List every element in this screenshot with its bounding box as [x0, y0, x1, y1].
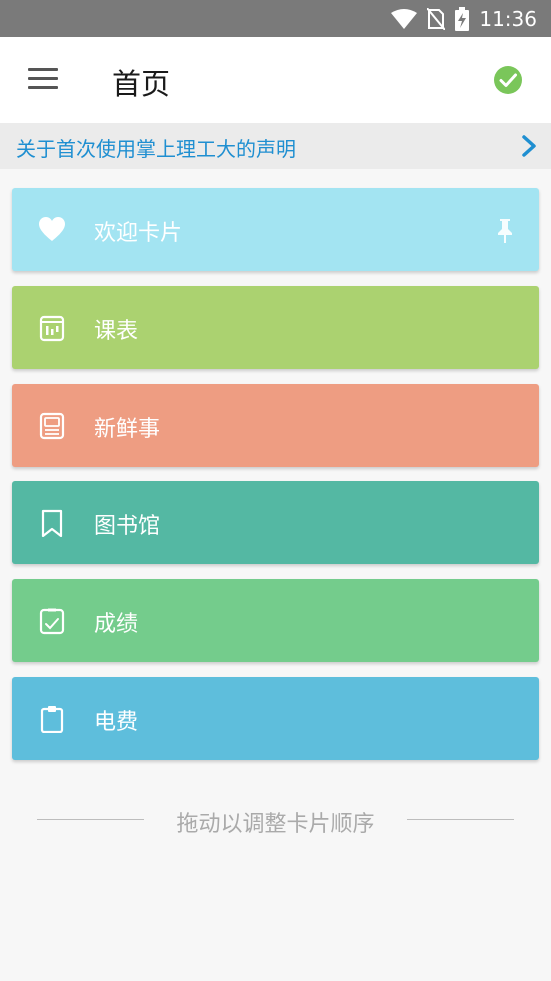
drag-hint: 拖动以调整卡片顺序: [0, 804, 551, 837]
card-grades[interactable]: 成绩: [12, 579, 539, 662]
status-time: 11:36: [479, 6, 537, 31]
card-welcome[interactable]: 欢迎卡片: [12, 188, 539, 271]
grade-check-icon: [38, 607, 66, 635]
card-label: 欢迎卡片: [94, 221, 183, 246]
card-label: 图书馆: [94, 514, 161, 539]
calendar-icon: [38, 314, 66, 342]
menu-icon[interactable]: [28, 68, 58, 92]
card-label: 成绩: [94, 612, 139, 637]
clipboard-icon: [38, 705, 66, 734]
pin-icon[interactable]: [494, 218, 516, 244]
drag-hint-text: 拖动以调整卡片顺序: [176, 812, 375, 837]
heart-icon: [38, 216, 66, 244]
card-news[interactable]: 新鲜事: [12, 384, 539, 467]
check-circle-icon[interactable]: [493, 65, 523, 95]
status-bar: 11:36: [0, 0, 551, 37]
bookmark-icon: [38, 509, 66, 538]
wifi-icon: [391, 8, 418, 29]
card-schedule[interactable]: 课表: [12, 286, 539, 369]
card-library[interactable]: 图书馆: [12, 481, 539, 564]
card-label: 课表: [94, 319, 139, 344]
card-label: 新鲜事: [94, 417, 161, 442]
divider-right: [407, 819, 514, 820]
card-label: 电费: [94, 710, 139, 735]
no-sim-icon: [427, 7, 446, 30]
app-bar: 首页: [0, 37, 551, 123]
chevron-right-icon: [518, 134, 540, 158]
news-icon: [38, 412, 66, 440]
notice-text: 关于首次使用掌上理工大的声明: [16, 137, 296, 161]
page-title: 首页: [112, 67, 171, 101]
card-electricity[interactable]: 电费: [12, 677, 539, 760]
notice-banner[interactable]: 关于首次使用掌上理工大的声明: [0, 123, 551, 169]
battery-charging-icon: [455, 6, 470, 31]
